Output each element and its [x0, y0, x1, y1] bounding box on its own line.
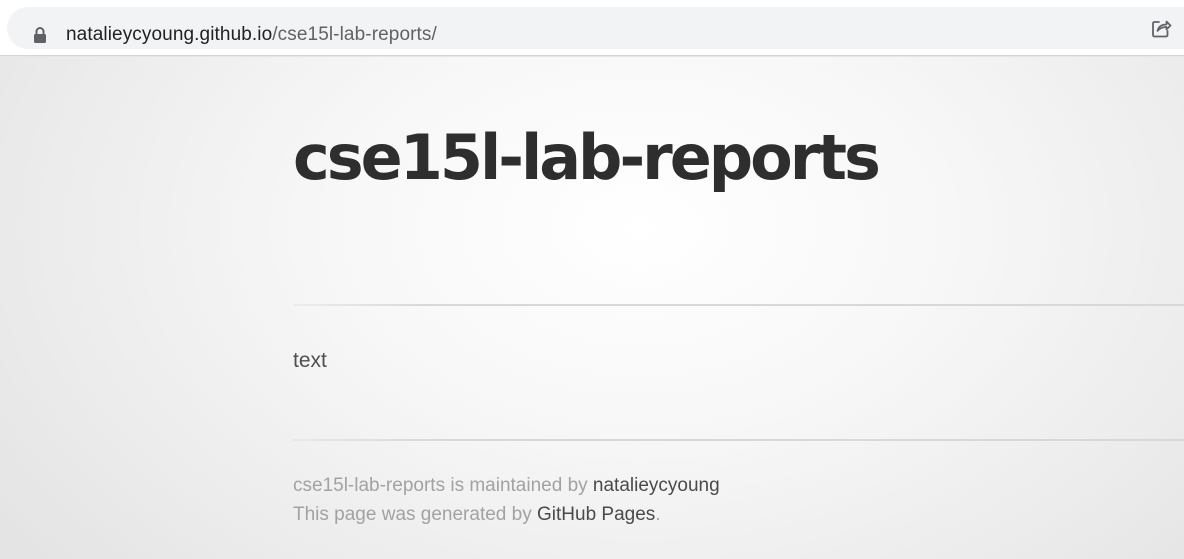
url-text[interactable]: natalieycyoung.github.io/cse15l-lab-repo…: [66, 24, 437, 46]
header-divider: [293, 304, 1184, 306]
url-path: /cse15l-lab-reports/: [272, 24, 437, 45]
period: .: [655, 504, 661, 525]
browser-toolbar: natalieycyoung.github.io/cse15l-lab-repo…: [0, 0, 1184, 56]
lock-icon[interactable]: [33, 26, 47, 44]
owner-link[interactable]: natalieycyoung: [593, 475, 720, 496]
generator-label: This page was generated by: [293, 504, 537, 525]
share-icon[interactable]: [1150, 17, 1172, 39]
footer-generator-line: This page was generated by GitHub Pages.: [293, 500, 720, 529]
address-bar[interactable]: natalieycyoung.github.io/cse15l-lab-repo…: [7, 7, 1184, 49]
footer-divider: [293, 439, 1184, 441]
page-title: cse15l-lab-reports: [293, 121, 881, 194]
github-pages-link[interactable]: GitHub Pages: [537, 504, 655, 525]
footer-maintainer-line: cse15l-lab-reports is maintained by nata…: [293, 471, 720, 500]
main-text: text: [293, 349, 327, 372]
url-domain: natalieycyoung.github.io: [66, 24, 273, 45]
footer: cse15l-lab-reports is maintained by nata…: [293, 471, 720, 529]
maintainer-label: cse15l-lab-reports is maintained by: [293, 475, 593, 496]
page-content: cse15l-lab-reports text cse15l-lab-repor…: [0, 57, 1184, 559]
